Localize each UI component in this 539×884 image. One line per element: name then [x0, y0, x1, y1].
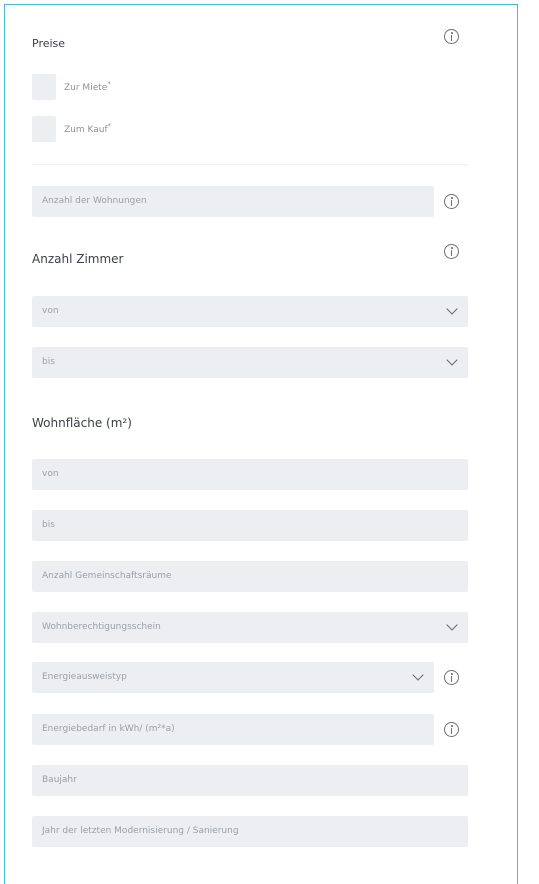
checkbox-label: Zur Miete* [64, 80, 111, 93]
wohnflaeche-heading: Wohnfläche (m²) [32, 416, 132, 430]
chevron-down-icon [412, 669, 424, 681]
wohnungen-input[interactable]: Anzahl der Wohnungen [32, 186, 434, 217]
gemeinschaftsraeume-placeholder: Anzahl Gemeinschaftsräume [42, 571, 172, 581]
checkbox-box[interactable] [32, 116, 56, 142]
baujahr-input[interactable]: Baujahr [32, 765, 468, 796]
zimmer-von-select[interactable]: von [32, 296, 468, 327]
info-icon[interactable] [444, 29, 459, 44]
checkbox-zur-miete[interactable]: Zur Miete* [32, 74, 232, 100]
preise-heading: Preise [32, 37, 66, 50]
chevron-down-icon [446, 303, 458, 315]
checkbox-label: Zum Kauf* [64, 122, 111, 135]
checkbox-label-text: Zur Miete [64, 83, 108, 93]
required-mark: * [107, 80, 111, 88]
checkbox-box[interactable] [32, 74, 56, 100]
info-icon[interactable] [444, 722, 459, 737]
zimmer-von-value: von [42, 306, 59, 316]
energiebedarf-input[interactable]: Energiebedarf in kWh/ (m²*a) [32, 714, 434, 745]
info-icon[interactable] [444, 244, 459, 259]
wohnberechtigungsschein-value: Wohnberechtigungsschein [42, 622, 161, 632]
section-divider [32, 164, 468, 165]
energiebedarf-placeholder: Energiebedarf in kWh/ (m²*a) [42, 724, 175, 734]
zimmer-bis-select[interactable]: bis [32, 347, 468, 378]
wohnflaeche-von-placeholder: von [42, 469, 59, 479]
chevron-down-icon [446, 354, 458, 366]
energieausweistyp-value: Energieausweistyp [42, 672, 127, 682]
info-icon[interactable] [444, 194, 459, 209]
wohnberechtigungsschein-select[interactable]: Wohnberechtigungsschein [32, 612, 468, 643]
zimmer-bis-value: bis [42, 357, 55, 367]
modernisierung-input[interactable]: Jahr der letzten Modernisierung / Sanier… [32, 816, 468, 847]
chevron-down-icon [446, 619, 458, 631]
required-mark: * [107, 122, 112, 130]
checkbox-zum-kauf[interactable]: Zum Kauf* [32, 116, 232, 142]
zimmer-heading: Anzahl Zimmer [32, 252, 124, 266]
wohnflaeche-bis-input[interactable]: bis [32, 510, 468, 541]
checkbox-label-text: Zum Kauf [64, 125, 108, 135]
energieausweistyp-select[interactable]: Energieausweistyp [32, 662, 434, 693]
gemeinschaftsraeume-input[interactable]: Anzahl Gemeinschaftsräume [32, 561, 468, 592]
baujahr-placeholder: Baujahr [42, 775, 77, 785]
info-icon[interactable] [444, 670, 459, 685]
wohnflaeche-von-input[interactable]: von [32, 459, 468, 490]
modernisierung-placeholder: Jahr der letzten Modernisierung / Sanier… [42, 826, 239, 836]
wohnflaeche-bis-placeholder: bis [42, 520, 55, 530]
wohnungen-placeholder: Anzahl der Wohnungen [42, 196, 147, 206]
